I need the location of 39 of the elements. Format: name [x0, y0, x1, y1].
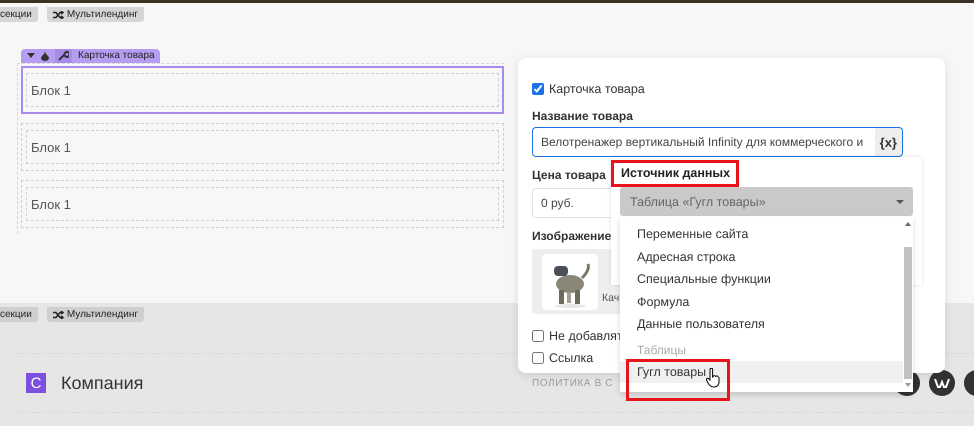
checkbox-label: Не добавлят	[549, 329, 623, 343]
block-row[interactable]: Блок 1	[21, 123, 504, 171]
dropdown-option[interactable]: Гугл товары	[620, 360, 903, 383]
dropdown-option[interactable]: Переменные сайта	[620, 223, 903, 246]
block-row[interactable]: Блок 1	[21, 180, 504, 228]
dropdown-option[interactable]: Данные пользователя	[620, 313, 903, 336]
wrench-icon[interactable]	[58, 50, 69, 61]
dropdown-option[interactable]: Формула	[620, 290, 903, 313]
logo-mark[interactable]: С	[26, 373, 46, 393]
block-row[interactable]: Блок 1	[21, 66, 504, 114]
block-label: Блок 1	[31, 196, 71, 212]
dropdown-option[interactable]: Специальные функции	[620, 268, 903, 290]
field-label: Название товара	[532, 108, 633, 124]
hand-cursor-icon	[706, 368, 720, 388]
caret-icon	[896, 200, 904, 204]
dropdown-option[interactable]: Адресная строка	[620, 246, 903, 268]
checkbox-label: Ссылка	[549, 351, 594, 365]
tag-button[interactable]: Мультилендинг	[46, 307, 144, 322]
tag-button[interactable]: секции	[0, 307, 38, 322]
block-tab-label: Карточка товара	[78, 50, 155, 61]
tag-button[interactable]: секции	[0, 7, 38, 22]
tag-button[interactable]: Мультилендинг	[46, 7, 144, 22]
company-name: Компания	[61, 372, 144, 394]
checkbox-label: Карточка товара	[549, 82, 645, 96]
group-header: Таблицы	[636, 342, 688, 358]
checkbox[interactable]	[532, 83, 544, 95]
drop-icon[interactable]	[41, 50, 49, 60]
shuffle-icon	[52, 10, 64, 18]
block-tab[interactable]: Карточка товара	[21, 48, 160, 62]
checkbox[interactable]	[532, 330, 544, 342]
image-caption: Кач	[602, 292, 620, 304]
block-label: Блок 1	[31, 82, 71, 98]
shuffle-icon	[52, 310, 64, 318]
field-label: Цена товара	[532, 167, 606, 183]
caret-down-icon[interactable]	[27, 53, 35, 58]
field-label: Изображение	[532, 228, 612, 244]
checkbox[interactable]	[532, 352, 544, 364]
block-label: Блок 1	[31, 140, 71, 154]
dropdown-title: Источник данных	[611, 160, 740, 187]
